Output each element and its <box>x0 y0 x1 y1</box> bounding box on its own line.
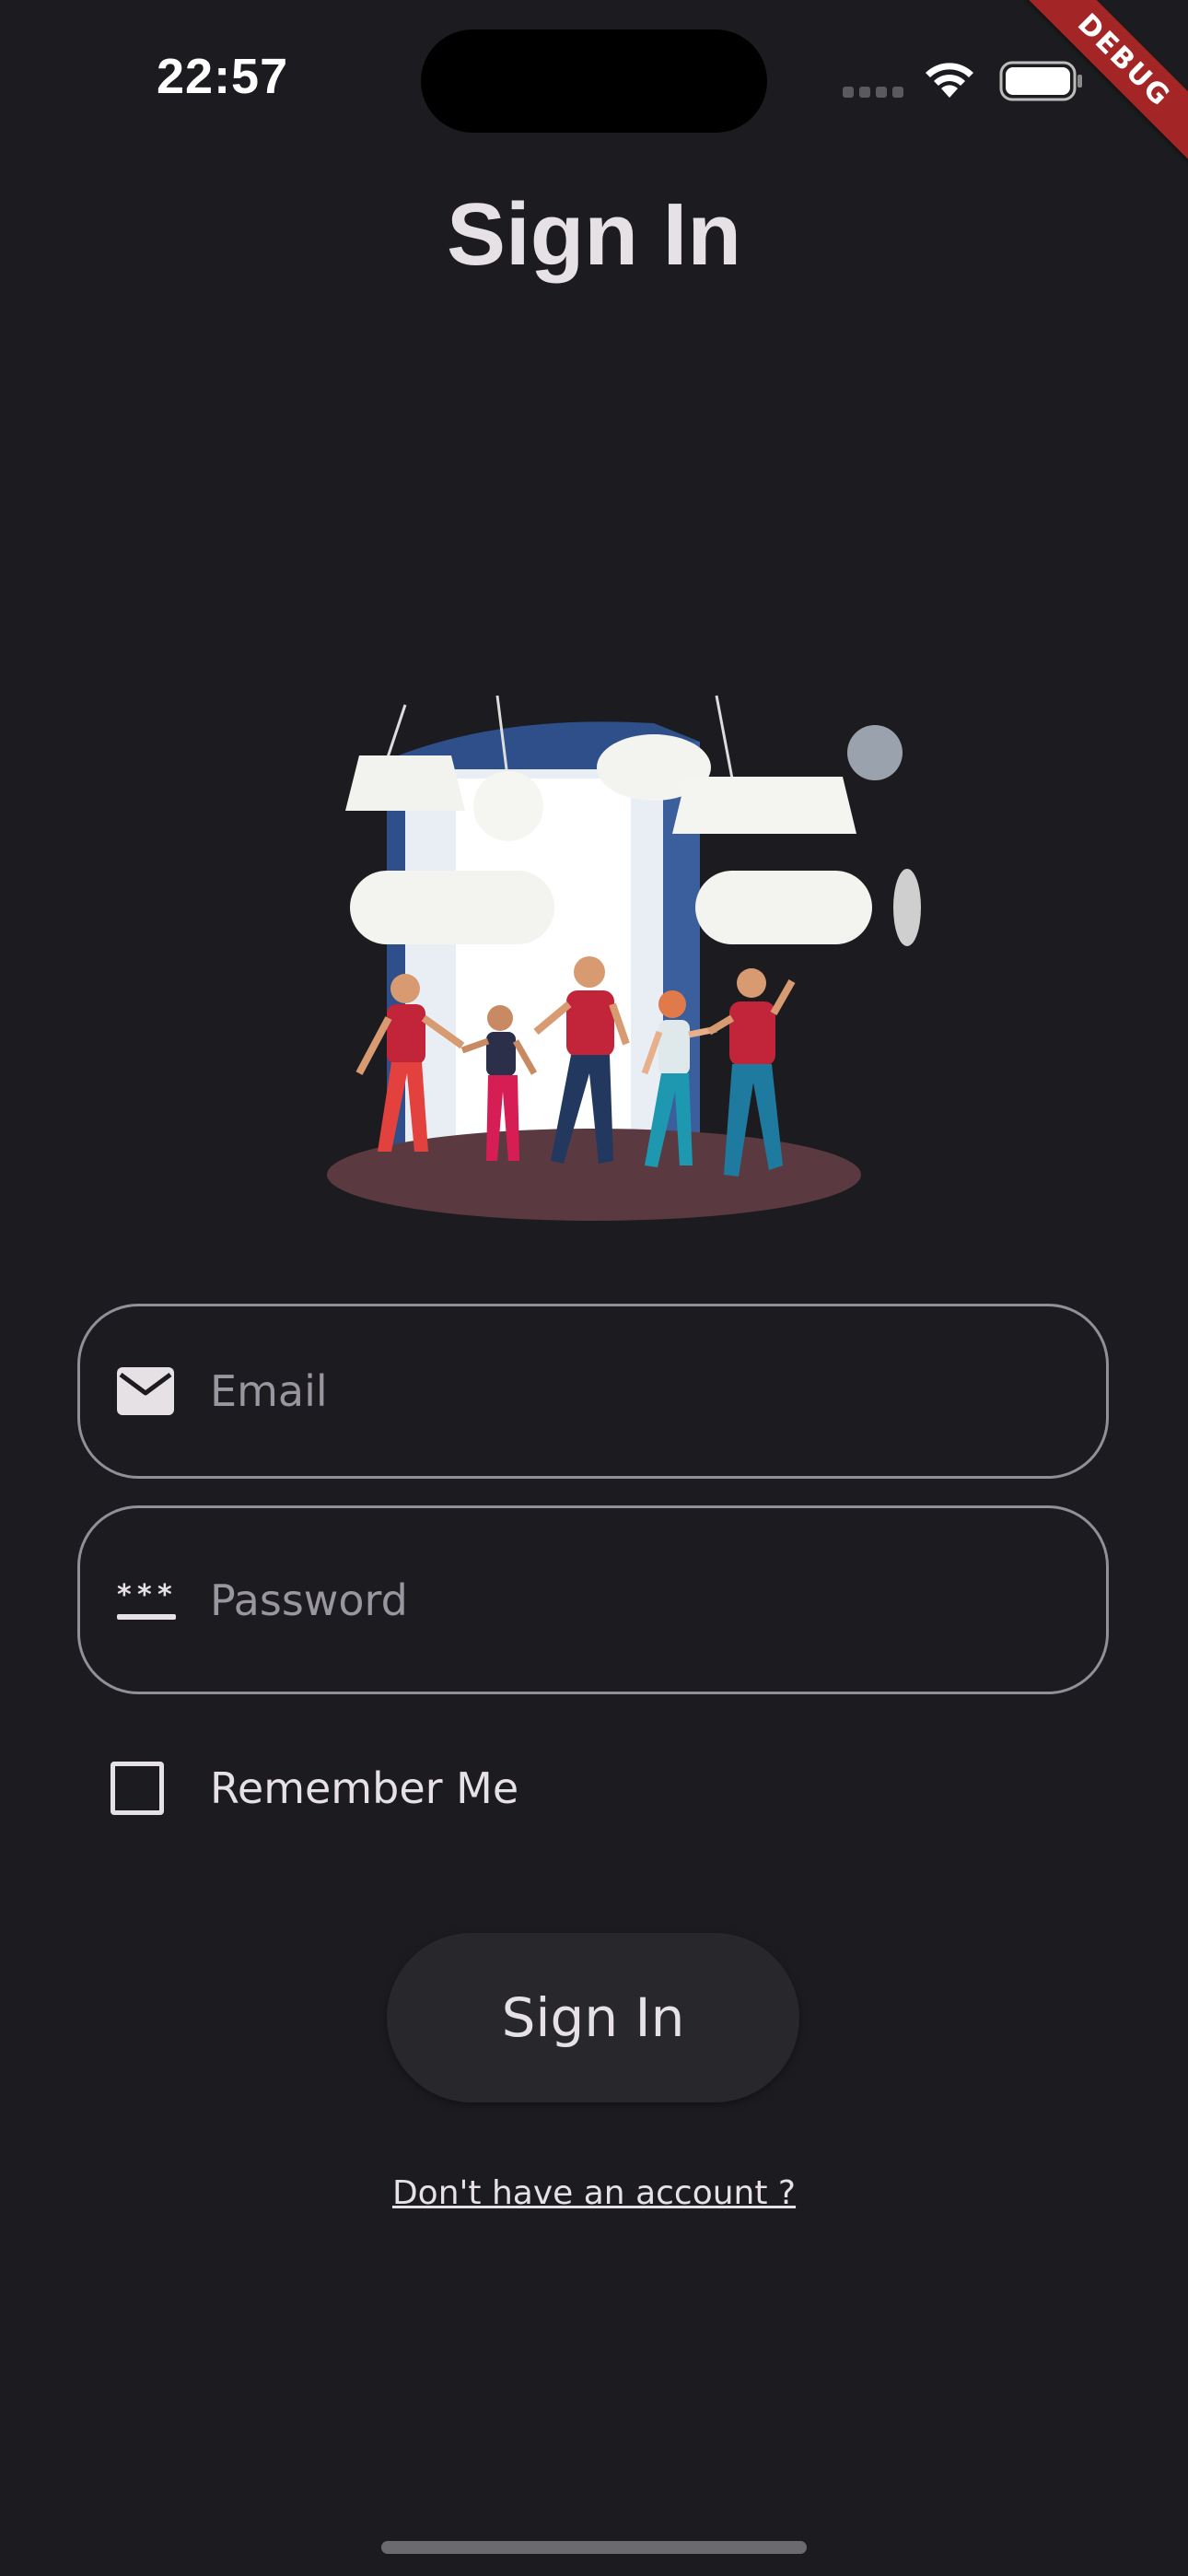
password-input[interactable] <box>210 1508 1069 1692</box>
dynamic-island <box>421 29 767 133</box>
sign-in-screen: 22:57 DEBUG Sign In Email * * * Remember… <box>0 0 1188 2576</box>
remember-me-row[interactable]: Remember Me <box>111 1756 518 1821</box>
cellular-signal-icon <box>843 87 903 98</box>
page-title: Sign In <box>447 185 741 284</box>
envelope-icon <box>117 1367 174 1415</box>
svg-text:*: * <box>157 1582 172 1611</box>
debug-banner: DEBUG <box>1004 0 1188 184</box>
password-dots-icon: * * * <box>117 1582 176 1620</box>
home-indicator[interactable] <box>381 2541 807 2554</box>
wifi-icon <box>926 63 973 98</box>
email-input[interactable] <box>210 1306 1069 1476</box>
create-account-link[interactable]: Don't have an account ? <box>0 2174 1188 2212</box>
sign-in-button[interactable]: Sign In <box>387 1933 799 2102</box>
dancing-people-illustration <box>327 695 921 1221</box>
svg-text:*: * <box>137 1582 152 1611</box>
svg-text:*: * <box>117 1582 132 1611</box>
debug-ribbon-label: DEBUG <box>1015 0 1188 170</box>
password-field[interactable]: * * * <box>77 1505 1109 1694</box>
remember-me-checkbox[interactable] <box>111 1762 164 1815</box>
status-time: 22:57 <box>157 49 289 104</box>
email-field[interactable] <box>77 1304 1109 1479</box>
remember-me-label: Remember Me <box>210 1763 519 1813</box>
